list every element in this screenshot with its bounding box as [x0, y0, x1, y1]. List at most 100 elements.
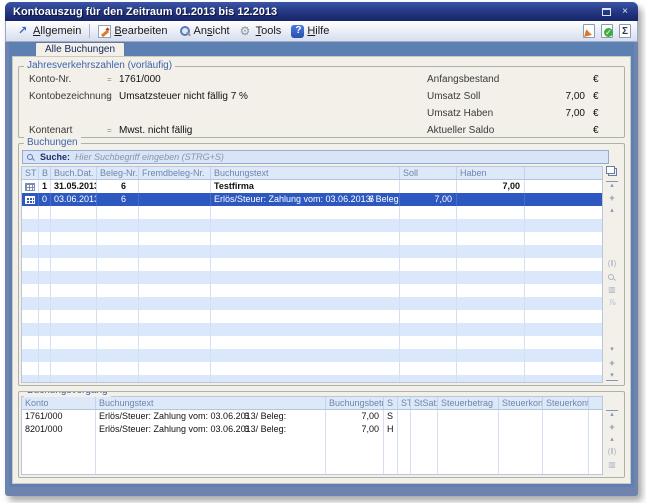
menubar: Allgemein BearbeitenAnsichtToolsHilfe [5, 21, 638, 42]
column-header[interactable]: ST [398, 397, 411, 409]
cell [211, 336, 400, 349]
empty-row[interactable] [22, 245, 602, 258]
cell [96, 436, 326, 449]
cell [97, 362, 139, 375]
column-header[interactable]: S [384, 397, 398, 409]
column-header[interactable] [589, 397, 602, 409]
menu-hilfe[interactable]: Hilfe [286, 24, 334, 39]
cell [457, 362, 525, 375]
menu-ansicht[interactable]: Ansicht [173, 24, 235, 39]
search-bar[interactable]: Suche: Hier Suchbegriff eingeben (STRG+S… [22, 150, 609, 164]
field-label: Umsatz Soll [427, 91, 545, 102]
empty-row[interactable] [22, 449, 602, 462]
cell [97, 258, 139, 271]
fraction-view-icon[interactable] [606, 299, 618, 308]
column-header[interactable]: StSatz [411, 397, 438, 409]
empty-row[interactable] [22, 258, 602, 271]
cell [525, 271, 602, 284]
cell [211, 206, 400, 219]
column-header[interactable]: Steuerkonto 1 [499, 397, 543, 409]
grid-settings-icon[interactable] [606, 461, 618, 470]
s-cell: H [384, 423, 398, 436]
empty-row[interactable] [22, 349, 602, 362]
cell [51, 349, 97, 362]
column-header[interactable]: Steuerkonto 2 [543, 397, 589, 409]
insert-row-icon[interactable] [606, 423, 618, 432]
column-header[interactable]: Konto [22, 397, 96, 409]
scroll-last-icon[interactable] [606, 372, 618, 381]
column-header[interactable]: Steuerbetrag [438, 397, 499, 409]
konto-cell: 8201/000 [22, 423, 96, 436]
menu-bearbeiten[interactable]: Bearbeiten [93, 24, 172, 39]
cell [411, 462, 438, 474]
cell [51, 323, 97, 336]
table-row[interactable]: 8201/000Erlös/Steuer: Zahlung vom: 03.06… [22, 423, 602, 436]
menu-allgemein[interactable]: Allgemein [12, 24, 86, 39]
scroll-up-icon[interactable] [606, 436, 618, 444]
cell [22, 271, 39, 284]
empty-row[interactable] [22, 310, 602, 323]
cell [398, 462, 411, 474]
table-row[interactable]: 131.05.20136Testfirma7,00 [22, 180, 602, 193]
column-header[interactable]: B [39, 167, 51, 179]
report-icon[interactable] [583, 24, 595, 38]
haben-cell: 7,00 [457, 180, 525, 193]
column-header[interactable]: Fremdbeleg-Nr. [139, 167, 211, 179]
cell [384, 436, 398, 449]
sum-doc-icon[interactable] [619, 24, 631, 38]
cell [384, 462, 398, 474]
booking-grid-icon [25, 196, 35, 204]
scroll-first-icon[interactable] [606, 410, 618, 419]
column-chooser-icon[interactable] [608, 168, 617, 176]
empty-row[interactable] [22, 436, 602, 449]
column-header[interactable]: Buch.Dat. [51, 167, 97, 179]
column-header[interactable]: Buchungsbetrag [326, 397, 384, 409]
tab-alle-buchungen[interactable]: Alle Buchungen [35, 42, 125, 56]
cell [457, 271, 525, 284]
column-header[interactable] [525, 167, 602, 179]
column-header[interactable]: Beleg-Nr. [97, 167, 139, 179]
blank-cell [589, 410, 602, 423]
empty-row[interactable] [22, 284, 602, 297]
empty-row[interactable] [22, 206, 602, 219]
column-header[interactable]: Soll [400, 167, 457, 179]
column-header[interactable]: ST [22, 167, 39, 179]
empty-row[interactable] [22, 362, 602, 375]
empty-row[interactable] [22, 323, 602, 336]
menu-tools[interactable]: Tools [235, 24, 287, 39]
empty-row[interactable] [22, 375, 602, 382]
empty-row[interactable] [22, 297, 602, 310]
column-width-icon[interactable] [606, 448, 618, 457]
scroll-down-icon[interactable] [606, 346, 618, 355]
check-doc-icon[interactable] [601, 24, 613, 38]
insert-row-icon[interactable] [606, 194, 618, 203]
group-jahresverkehrszahlen-label: Jahresverkehrszahlen (vorläufig) [24, 60, 175, 72]
append-row-icon[interactable] [606, 359, 618, 368]
haben-cell [457, 193, 525, 206]
row-search-icon[interactable] [606, 273, 618, 282]
scroll-up-icon[interactable] [606, 207, 618, 216]
column-header[interactable]: Buchungstext [211, 167, 400, 179]
titlebar[interactable]: Kontoauszug für den Zeitraum 01.2013 bis… [5, 2, 638, 21]
cell [22, 245, 39, 258]
close-icon[interactable]: × [618, 6, 632, 18]
table-row[interactable]: 003.06.20136Erlös/Steuer: Zahlung vom: 0… [22, 193, 602, 206]
field-value: 1761/000 [119, 74, 161, 85]
cell [525, 297, 602, 310]
st-cell [398, 423, 411, 436]
empty-row[interactable] [22, 336, 602, 349]
column-width-icon[interactable] [606, 260, 618, 269]
column-header[interactable]: Buchungstext [96, 397, 326, 409]
main-panel: Jahresverkehrszahlen (vorläufig) Konto-N… [12, 56, 631, 484]
scroll-down-icon[interactable] [606, 474, 618, 475]
grid-settings-icon[interactable] [606, 286, 618, 295]
empty-row[interactable] [22, 462, 602, 474]
table-row[interactable]: 1761/000Erlös/Steuer: Zahlung vom: 03.06… [22, 410, 602, 423]
empty-row[interactable] [22, 232, 602, 245]
empty-row[interactable] [22, 271, 602, 284]
empty-row[interactable] [22, 219, 602, 232]
blank-cell [525, 193, 602, 206]
scroll-first-icon[interactable] [606, 181, 618, 190]
column-header[interactable]: Haben [457, 167, 525, 179]
restore-icon[interactable] [599, 6, 613, 18]
